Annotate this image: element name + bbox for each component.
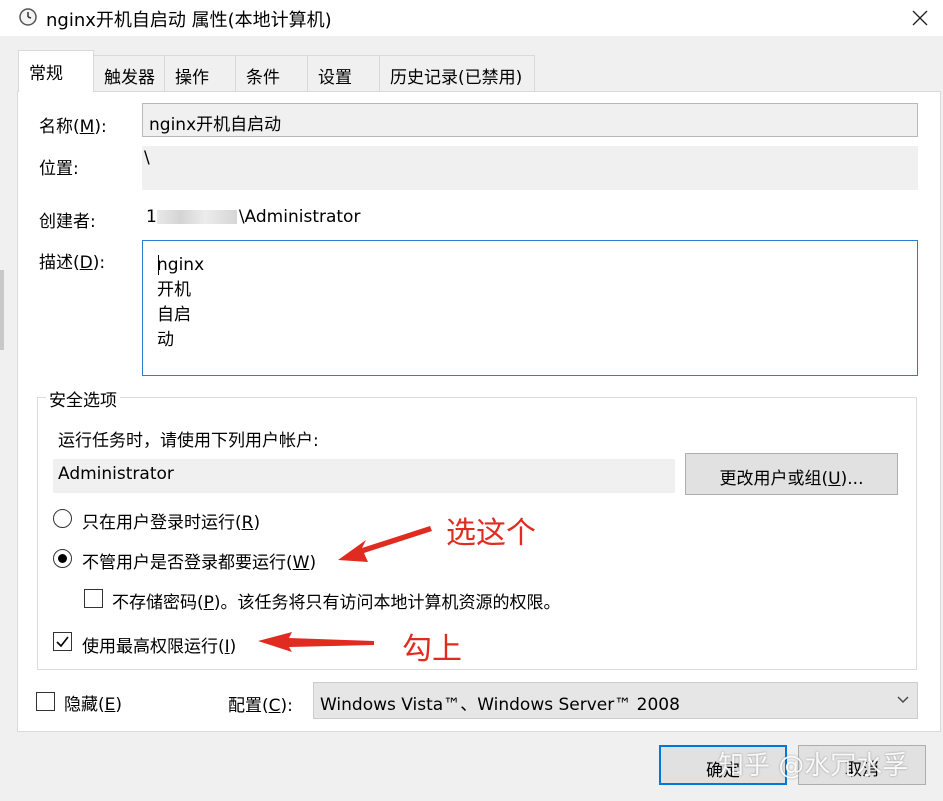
annotation-select-this: 选这个 (446, 516, 536, 551)
task-properties-dialog: nginx开机自启动 属性(本地计算机) 常规 触发器 操作 条件 设置 历史记… (0, 0, 943, 801)
arrow-to-run-whether-logged-on (338, 526, 432, 562)
annotation-check-on: 勾上 (402, 632, 462, 667)
watermark: 知乎 @水冗水孚 (718, 751, 909, 781)
arrow-to-highest-privileges (258, 632, 374, 652)
annotation-arrows (258, 526, 432, 652)
